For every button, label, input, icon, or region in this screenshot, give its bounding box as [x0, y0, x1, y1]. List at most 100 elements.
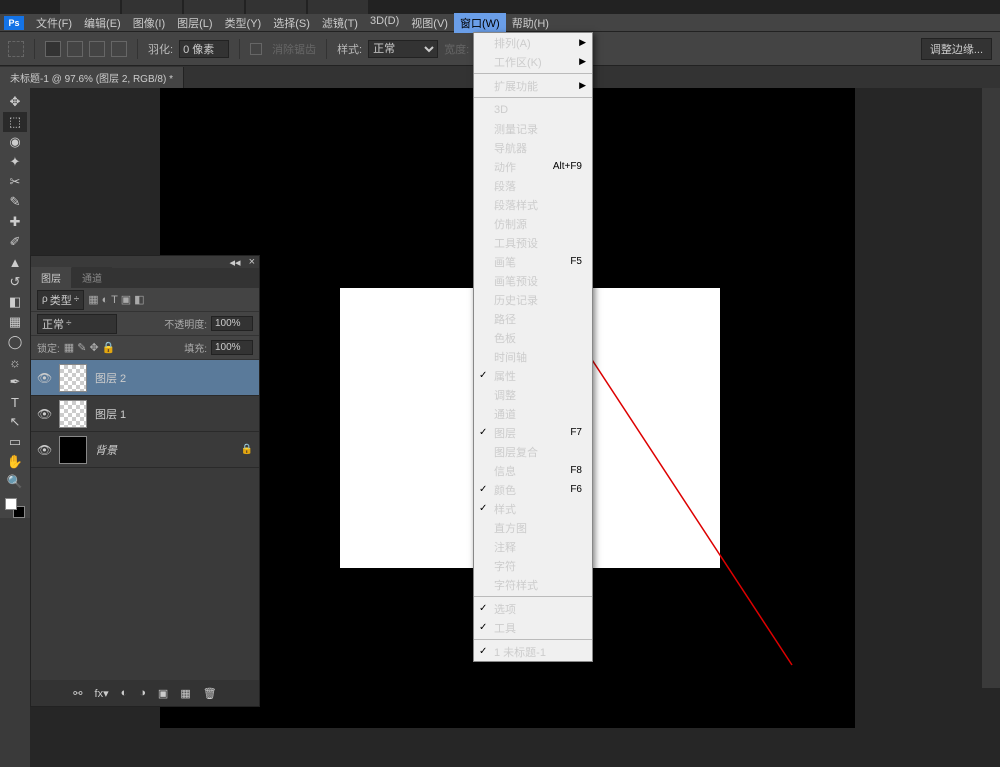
menu-选择[interactable]: 选择(S)	[267, 13, 316, 33]
mask-icon[interactable]: ◐	[121, 687, 128, 699]
menu-item-字符样式[interactable]: 字符样式	[474, 575, 592, 594]
menu-item-图层复合[interactable]: 图层复合	[474, 442, 592, 461]
menu-item-选项[interactable]: ✓选项	[474, 599, 592, 618]
menu-item-信息[interactable]: 信息F8	[474, 461, 592, 480]
menu-类型[interactable]: 类型(Y)	[219, 13, 268, 33]
kind-filter[interactable]: ρ 类型 ÷	[37, 290, 84, 310]
layer-name: 图层 2	[95, 370, 126, 386]
menu-item-测量记录[interactable]: 测量记录	[474, 119, 592, 138]
move-tool-icon[interactable]: ✥	[3, 92, 27, 112]
hand-tool-icon[interactable]: ✋	[3, 452, 27, 472]
eraser-tool-icon[interactable]: ◧	[3, 292, 27, 312]
menu-item-画笔预设[interactable]: 画笔预设	[474, 271, 592, 290]
zoom-tool-icon[interactable]: 🔍	[3, 472, 27, 492]
visibility-icon[interactable]: 👁	[37, 407, 51, 421]
feather-input[interactable]	[179, 40, 229, 58]
menu-视图[interactable]: 视图(V)	[405, 13, 454, 33]
sel-sub-icon[interactable]	[89, 41, 105, 57]
brush-tool-icon[interactable]: ✐	[3, 232, 27, 252]
menu-item-属性[interactable]: ✓属性	[474, 366, 592, 385]
window-menu-dropdown: 排列(A)▶工作区(K)▶ 扩展功能▶ 3D测量记录导航器动作Alt+F9段落段落样…	[473, 32, 593, 662]
wand-tool-icon[interactable]: ✦	[3, 152, 27, 172]
blend-mode-select[interactable]: 正常 ÷	[37, 314, 117, 334]
menu-item-注释[interactable]: 注释	[474, 537, 592, 556]
eyedropper-tool-icon[interactable]: ✎	[3, 192, 27, 212]
type-tool-icon[interactable]: T	[3, 392, 27, 412]
layer-name: 背景	[95, 442, 117, 458]
fill-input[interactable]: 100%	[211, 340, 253, 355]
document-tab[interactable]: 未标题-1 @ 97.6% (图层 2, RGB/8) *	[0, 67, 184, 88]
toolbox: ✥ ⬚ ◉ ✦ ✂ ✎ ✚ ✐ ▲ ↺ ◧ ▦ ◯ ☼ ✒ T ↖ ▭ ✋ 🔍	[0, 88, 30, 518]
opacity-input[interactable]: 100%	[211, 316, 253, 331]
lasso-tool-icon[interactable]: ◉	[3, 132, 27, 152]
menu-文件[interactable]: 文件(F)	[30, 13, 78, 33]
menu-item-工作区(K)[interactable]: 工作区(K)▶	[474, 52, 592, 71]
menu-item-时间轴[interactable]: 时间轴	[474, 347, 592, 366]
history-brush-icon[interactable]: ↺	[3, 272, 27, 292]
menu-item-1 未标题-1[interactable]: ✓1 未标题-1	[474, 642, 592, 661]
fx-icon[interactable]: fx▾	[95, 687, 109, 700]
dodge-tool-icon[interactable]: ☼	[3, 352, 27, 372]
crop-tool-icon[interactable]: ✂	[3, 172, 27, 192]
menu-item-字符[interactable]: 字符	[474, 556, 592, 575]
layer-row[interactable]: 👁 背景 🔒	[31, 432, 259, 468]
menu-item-直方图[interactable]: 直方图	[474, 518, 592, 537]
shape-tool-icon[interactable]: ▭	[3, 432, 27, 452]
menu-item-色板[interactable]: 色板	[474, 328, 592, 347]
close-icon[interactable]: ×	[249, 256, 255, 268]
adjust-icon[interactable]: ◑	[139, 687, 146, 699]
style-select[interactable]: 正常	[368, 40, 438, 58]
menu-item-排列(A)[interactable]: 排列(A)▶	[474, 33, 592, 52]
menu-item-调整[interactable]: 调整	[474, 385, 592, 404]
layer-row[interactable]: 👁 图层 1	[31, 396, 259, 432]
menu-滤镜[interactable]: 滤镜(T)	[316, 13, 364, 33]
sel-add-icon[interactable]	[67, 41, 83, 57]
pen-tool-icon[interactable]: ✒	[3, 372, 27, 392]
menu-item-扩展功能[interactable]: 扩展功能▶	[474, 76, 592, 95]
menu-item-样式[interactable]: ✓样式	[474, 499, 592, 518]
sel-int-icon[interactable]	[111, 41, 127, 57]
menu-图像[interactable]: 图像(I)	[127, 13, 171, 33]
tab-layers[interactable]: 图层	[31, 267, 71, 288]
layer-row[interactable]: 👁 图层 2	[31, 360, 259, 396]
menu-item-颜色[interactable]: ✓颜色F6	[474, 480, 592, 499]
filter-icons[interactable]: ▦ ◐ T ▣ ◧	[88, 293, 144, 306]
refine-edge-button[interactable]: 调整边缘...	[921, 38, 992, 60]
menu-窗口[interactable]: 窗口(W)	[454, 13, 506, 33]
menu-item-动作[interactable]: 动作Alt+F9	[474, 157, 592, 176]
lock-icons[interactable]: ▦ ✎ ✥ 🔒	[64, 341, 116, 354]
sel-new-icon[interactable]	[45, 41, 61, 57]
menu-item-路径[interactable]: 路径	[474, 309, 592, 328]
menu-item-历史记录[interactable]: 历史记录	[474, 290, 592, 309]
menu-item-图层[interactable]: ✓图层F7	[474, 423, 592, 442]
menu-图层[interactable]: 图层(L)	[171, 13, 218, 33]
menu-3D[interactable]: 3D(D)	[364, 13, 405, 33]
link-icon[interactable]: ⚯	[73, 687, 82, 700]
menu-item-工具预设[interactable]: 工具预设	[474, 233, 592, 252]
stamp-tool-icon[interactable]: ▲	[3, 252, 27, 272]
color-swatches[interactable]	[5, 498, 25, 518]
menu-item-段落[interactable]: 段落	[474, 176, 592, 195]
marquee-tool-icon[interactable]: ⬚	[3, 112, 27, 132]
menu-item-仿制源[interactable]: 仿制源	[474, 214, 592, 233]
trash-icon[interactable]: 🗑	[203, 687, 217, 700]
layers-panel: ◂◂× 图层 通道 ρ 类型 ÷ ▦ ◐ T ▣ ◧ 正常 ÷ 不透明度: 10…	[30, 255, 260, 707]
new-layer-icon[interactable]: ▦	[180, 687, 190, 700]
menu-帮助[interactable]: 帮助(H)	[506, 13, 555, 33]
menu-item-画笔[interactable]: 画笔F5	[474, 252, 592, 271]
menu-item-3D[interactable]: 3D	[474, 100, 592, 119]
menubar: Ps 文件(F)编辑(E)图像(I)图层(L)类型(Y)选择(S)滤镜(T)3D…	[0, 14, 1000, 32]
blur-tool-icon[interactable]: ◯	[3, 332, 27, 352]
heal-tool-icon[interactable]: ✚	[3, 212, 27, 232]
path-tool-icon[interactable]: ↖	[3, 412, 27, 432]
tab-channels[interactable]: 通道	[72, 267, 112, 288]
menu-编辑[interactable]: 编辑(E)	[78, 13, 127, 33]
visibility-icon[interactable]: 👁	[37, 371, 51, 385]
menu-item-工具[interactable]: ✓工具	[474, 618, 592, 637]
menu-item-通道[interactable]: 通道	[474, 404, 592, 423]
visibility-icon[interactable]: 👁	[37, 443, 51, 457]
gradient-tool-icon[interactable]: ▦	[3, 312, 27, 332]
menu-item-导航器[interactable]: 导航器	[474, 138, 592, 157]
folder-icon[interactable]: ▣	[158, 687, 168, 700]
menu-item-段落样式[interactable]: 段落样式	[474, 195, 592, 214]
